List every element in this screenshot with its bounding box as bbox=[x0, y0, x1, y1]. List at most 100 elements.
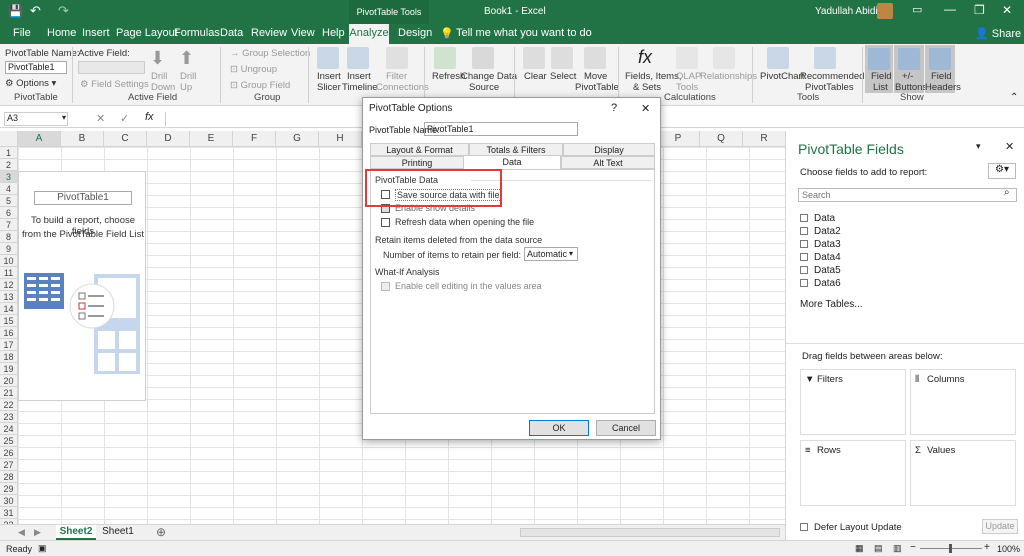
row-header[interactable]: 20 bbox=[0, 375, 18, 387]
column-header[interactable]: R bbox=[743, 131, 785, 147]
cancel-button[interactable]: Cancel bbox=[596, 420, 656, 436]
row-header[interactable]: 9 bbox=[0, 243, 18, 255]
page-layout-icon[interactable]: ▤ bbox=[874, 543, 883, 554]
avatar[interactable] bbox=[877, 3, 893, 19]
row-header[interactable]: 28 bbox=[0, 471, 18, 483]
namebox-dropdown-icon[interactable]: ▾ bbox=[62, 113, 66, 122]
more-tables-link[interactable]: More Tables... bbox=[800, 299, 863, 310]
zoom-out-icon[interactable]: − bbox=[910, 542, 916, 553]
refresh-icon[interactable] bbox=[434, 47, 456, 69]
share-button[interactable]: 👤 Share bbox=[975, 27, 1021, 40]
row-header[interactable]: 25 bbox=[0, 435, 18, 447]
tab-home[interactable]: Home bbox=[47, 27, 76, 39]
page-break-icon[interactable]: ▥ bbox=[893, 543, 902, 554]
field-item[interactable]: Data bbox=[800, 213, 835, 224]
recommended-pivottables-icon[interactable] bbox=[814, 47, 836, 69]
pivot-placeholder[interactable]: PivotTable1 To build a report, choose fi… bbox=[18, 171, 146, 401]
row-header[interactable]: 27 bbox=[0, 459, 18, 471]
rows-area[interactable]: ≡ Rows bbox=[800, 440, 906, 506]
ribbon-display-icon[interactable]: ▭ bbox=[912, 3, 922, 16]
column-header[interactable]: F bbox=[233, 131, 276, 147]
prev-sheet-icon[interactable]: ◀ bbox=[18, 527, 25, 538]
sheet-tab[interactable]: Sheet1 bbox=[98, 525, 138, 540]
row-header[interactable]: 8 bbox=[0, 231, 18, 243]
refresh-on-open-checkbox[interactable] bbox=[381, 218, 390, 227]
row-header[interactable]: 24 bbox=[0, 423, 18, 435]
update-button[interactable]: Update bbox=[982, 519, 1018, 534]
column-header[interactable]: P bbox=[657, 131, 700, 147]
column-header[interactable]: B bbox=[61, 131, 104, 147]
field-item[interactable]: Data4 bbox=[800, 252, 841, 263]
row-header[interactable]: 12 bbox=[0, 279, 18, 291]
cancel-entry-icon[interactable]: ✕ bbox=[96, 112, 105, 125]
field-checkbox[interactable] bbox=[800, 227, 808, 236]
restore-icon[interactable]: ❐ bbox=[974, 3, 985, 17]
row-header[interactable]: 30 bbox=[0, 495, 18, 507]
next-sheet-icon[interactable]: ▶ bbox=[34, 527, 41, 538]
zoom-in-icon[interactable]: + bbox=[984, 542, 990, 553]
fields-items-icon[interactable]: fx bbox=[638, 47, 652, 68]
tab-formulas[interactable]: Formulas bbox=[174, 27, 220, 39]
row-header[interactable]: 17 bbox=[0, 339, 18, 351]
tab-data[interactable]: Data bbox=[220, 27, 243, 39]
row-header[interactable]: 1 bbox=[0, 147, 18, 159]
group-selection-button[interactable]: → Group Selection bbox=[230, 48, 310, 59]
search-icon[interactable]: ⌕ bbox=[1004, 187, 1010, 198]
field-item[interactable]: Data3 bbox=[800, 239, 841, 250]
relationships-icon[interactable] bbox=[713, 47, 735, 69]
help-button[interactable]: ? bbox=[611, 102, 617, 114]
tab-view[interactable]: View bbox=[291, 27, 315, 39]
column-header[interactable]: Q bbox=[700, 131, 743, 147]
filter-connections-icon[interactable] bbox=[386, 47, 408, 69]
active-field-input[interactable] bbox=[78, 61, 145, 74]
row-header[interactable]: 4 bbox=[0, 183, 18, 195]
row-header[interactable]: 3 bbox=[0, 171, 18, 183]
pane-options-icon[interactable]: ▾ bbox=[976, 141, 981, 152]
field-checkbox[interactable] bbox=[800, 266, 808, 275]
defer-layout-option[interactable]: Defer Layout Update bbox=[800, 522, 902, 533]
select-all-corner[interactable] bbox=[0, 131, 18, 147]
tab-file[interactable]: File bbox=[13, 27, 31, 39]
move-pivottable-icon[interactable] bbox=[584, 47, 606, 69]
ungroup-button[interactable]: ⊡ Ungroup bbox=[230, 64, 277, 75]
field-item[interactable]: Data5 bbox=[800, 265, 841, 276]
group-field-button[interactable]: ⊡ Group Field bbox=[230, 80, 290, 91]
slicer-icon[interactable] bbox=[317, 47, 339, 69]
macro-record-icon[interactable]: ▣ bbox=[38, 543, 47, 554]
change-source-icon[interactable] bbox=[472, 47, 494, 69]
field-checkbox[interactable] bbox=[800, 214, 808, 223]
field-item[interactable]: Data6 bbox=[800, 278, 841, 289]
pane-close-icon[interactable]: ✕ bbox=[1005, 140, 1014, 153]
name-box[interactable]: A3 bbox=[4, 112, 68, 126]
row-header[interactable]: 13 bbox=[0, 291, 18, 303]
timeline-icon[interactable] bbox=[347, 47, 369, 69]
drill-up-icon[interactable]: ⬆ bbox=[179, 48, 194, 69]
row-header[interactable]: 26 bbox=[0, 447, 18, 459]
undo-icon[interactable]: ↶ bbox=[30, 3, 41, 19]
redo-icon[interactable]: ↷ bbox=[58, 3, 69, 19]
collapse-ribbon-icon[interactable]: ⌃ bbox=[1010, 92, 1018, 103]
what-if-label[interactable]: Enable cell editing in the values area bbox=[395, 281, 542, 291]
gear-icon[interactable]: ⚙▾ bbox=[988, 163, 1016, 179]
row-header[interactable]: 23 bbox=[0, 411, 18, 423]
row-header[interactable]: 19 bbox=[0, 363, 18, 375]
column-header[interactable]: D bbox=[147, 131, 190, 147]
zoom-slider-thumb[interactable] bbox=[949, 544, 952, 553]
fx-icon[interactable]: fx bbox=[145, 111, 154, 123]
normal-view-icon[interactable]: ▦ bbox=[855, 543, 864, 554]
field-item[interactable]: Data2 bbox=[800, 226, 841, 237]
values-area[interactable]: Σ Values bbox=[910, 440, 1016, 506]
field-checkbox[interactable] bbox=[800, 253, 808, 262]
row-header[interactable]: 10 bbox=[0, 255, 18, 267]
close-icon[interactable]: ✕ bbox=[1002, 3, 1012, 17]
row-header[interactable]: 14 bbox=[0, 303, 18, 315]
tab-display[interactable]: Display bbox=[563, 143, 655, 156]
confirm-entry-icon[interactable]: ✓ bbox=[120, 112, 129, 125]
refresh-on-open-label[interactable]: Refresh data when opening the file bbox=[395, 217, 534, 227]
tab-printing[interactable]: Printing bbox=[370, 156, 464, 169]
drill-down-icon[interactable]: ⬇ bbox=[150, 48, 165, 69]
row-header[interactable]: 7 bbox=[0, 219, 18, 231]
tab-help[interactable]: Help bbox=[322, 27, 345, 39]
clear-icon[interactable] bbox=[523, 47, 545, 69]
column-header[interactable]: A bbox=[18, 131, 61, 147]
